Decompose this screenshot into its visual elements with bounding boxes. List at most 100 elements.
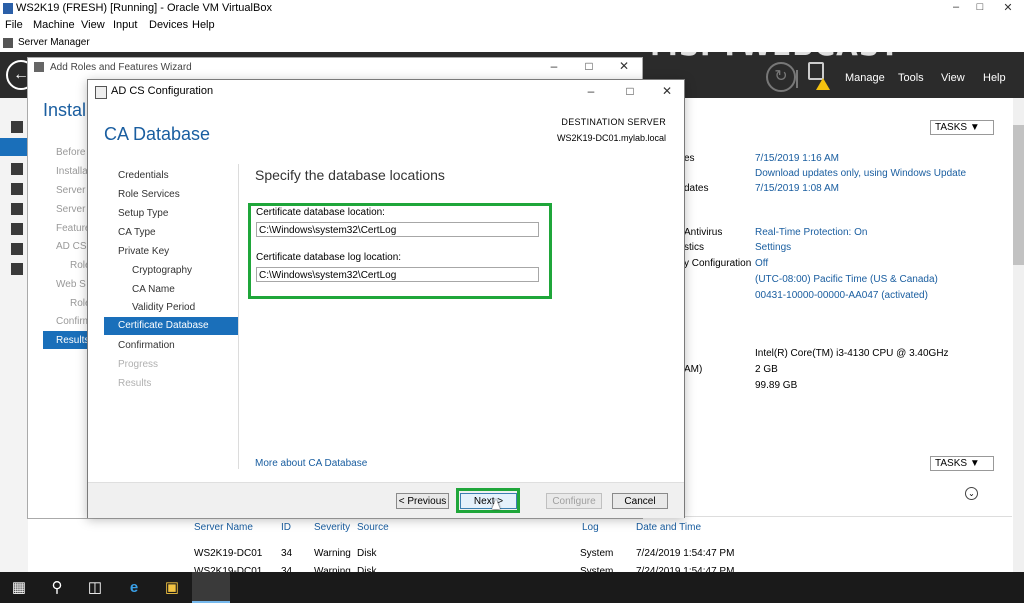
all-servers-icon[interactable] xyxy=(11,163,23,175)
nav-certificate-database-label: Certificate Database xyxy=(118,320,209,331)
nav-tools[interactable]: Tools xyxy=(898,72,924,84)
close-icon[interactable]: ✕ xyxy=(1000,1,1016,15)
server-manager-taskbar-icon[interactable] xyxy=(192,572,230,603)
add-roles-wizard-title: Add Roles and Features Wizard xyxy=(50,62,192,73)
nav-results: Results xyxy=(118,378,152,389)
cancel-button[interactable]: Cancel xyxy=(612,493,668,509)
adcs-configuration-dialog: AD CS Configuration – □ ✕ CA Database DE… xyxy=(87,79,685,518)
scrollbar-thumb[interactable] xyxy=(1013,125,1024,265)
wizard-nav-item[interactable]: Server xyxy=(56,185,85,196)
log-location-label: Certificate database log location: xyxy=(256,252,402,263)
cell-server-name: WS2K19-DC01 xyxy=(194,548,263,559)
wizard-nav-item[interactable]: Feature xyxy=(56,223,90,234)
previous-button[interactable]: < Previous xyxy=(396,493,449,509)
tasks-dropdown-top[interactable]: TASKS ▼ xyxy=(930,120,994,135)
nav-credentials[interactable]: Credentials xyxy=(118,170,169,181)
property-value-disk: 99.89 GB xyxy=(755,380,798,391)
column-header-id[interactable]: ID xyxy=(281,522,291,533)
adcs-dialog-title: AD CS Configuration xyxy=(111,85,214,97)
property-value-last-updates[interactable]: 7/15/2019 1:16 AM xyxy=(755,153,839,164)
nav-cryptography[interactable]: Cryptography xyxy=(132,265,192,276)
close-icon[interactable]: ✕ xyxy=(657,84,677,98)
vbox-window-title: WS2K19 (FRESH) [Running] - Oracle VM Vir… xyxy=(16,2,272,14)
wizard-nav-item[interactable]: Web S xyxy=(56,279,86,290)
cell-log: System xyxy=(580,548,614,559)
wizard-nav-item[interactable]: AD CS xyxy=(56,241,87,252)
mouse-cursor-icon xyxy=(492,499,500,509)
wizard-nav-item-results[interactable]: Results xyxy=(56,335,89,346)
tasks-dropdown-events[interactable]: TASKS ▼ xyxy=(930,456,994,471)
menu-input[interactable]: Input xyxy=(113,19,137,31)
menu-devices[interactable]: Devices xyxy=(149,19,188,31)
wizard-nav-item[interactable]: Installa xyxy=(56,166,88,177)
task-view-icon[interactable]: ◫ xyxy=(76,572,114,603)
nav-manage[interactable]: Manage xyxy=(845,72,885,84)
nav-view[interactable]: View xyxy=(941,72,965,84)
close-icon[interactable]: ✕ xyxy=(614,59,634,73)
property-value-antivirus[interactable]: Real-Time Protection: On xyxy=(755,227,867,238)
dns-icon[interactable] xyxy=(11,223,23,235)
taskbar: ▦ ⚲ ◫ e ▣ xyxy=(0,572,1024,603)
property-label: es xyxy=(684,153,695,164)
column-header-log[interactable]: Log xyxy=(582,522,599,533)
nav-confirmation[interactable]: Confirmation xyxy=(118,340,175,351)
property-value-product-id[interactable]: 00431-10000-00000-AA047 (activated) xyxy=(755,290,928,301)
column-header-severity[interactable]: Severity xyxy=(314,522,350,533)
maximize-icon[interactable]: □ xyxy=(579,59,599,73)
property-value-memory: 2 GB xyxy=(755,364,778,375)
property-value-diagnostics[interactable]: Settings xyxy=(755,242,791,253)
add-roles-wizard-heading: Install xyxy=(43,100,91,120)
destination-server-label: DESTINATION SERVER xyxy=(561,117,666,127)
log-location-input[interactable]: C:\Windows\system32\CertLog xyxy=(256,267,539,282)
nav-private-key[interactable]: Private Key xyxy=(118,246,169,257)
wizard-nav-item[interactable]: Server xyxy=(56,204,85,215)
maximize-icon[interactable]: □ xyxy=(620,84,640,98)
property-value-windows-update[interactable]: Download updates only, using Windows Upd… xyxy=(755,168,966,179)
maximize-icon[interactable]: □ xyxy=(972,1,988,15)
file-storage-icon[interactable] xyxy=(11,243,23,255)
column-header-source[interactable]: Source xyxy=(357,522,389,533)
wizard-icon xyxy=(34,62,44,72)
property-value-timezone[interactable]: (UTC-08:00) Pacific Time (US & Canada) xyxy=(755,274,938,285)
nav-validity-period[interactable]: Validity Period xyxy=(132,302,195,313)
internet-explorer-icon[interactable]: e xyxy=(115,572,153,603)
column-header-date-time[interactable]: Date and Time xyxy=(636,522,701,533)
nav-setup-type[interactable]: Setup Type xyxy=(118,208,168,219)
adcs-dialog-titlebar: AD CS Configuration – □ ✕ xyxy=(88,80,684,102)
nav-role-services[interactable]: Role Services xyxy=(118,189,180,200)
expand-chevron-icon[interactable]: ⌄ xyxy=(965,487,978,500)
local-server-icon[interactable] xyxy=(0,138,28,156)
nav-ca-type[interactable]: CA Type xyxy=(118,227,156,238)
ad-ds-icon[interactable] xyxy=(11,203,23,215)
search-icon[interactable]: ⚲ xyxy=(38,572,76,603)
menu-file[interactable]: File xyxy=(5,19,23,31)
db-location-input[interactable]: C:\Windows\system32\CertLog xyxy=(256,222,539,237)
start-windows-icon[interactable]: ▦ xyxy=(0,572,38,603)
minimize-icon[interactable]: – xyxy=(948,1,964,15)
adcs-icon[interactable] xyxy=(11,183,23,195)
wizard-nav-item[interactable]: Confirm xyxy=(56,316,91,327)
nav-help[interactable]: Help xyxy=(983,72,1006,84)
menu-help[interactable]: Help xyxy=(192,19,215,31)
dashboard-icon[interactable] xyxy=(11,121,23,133)
property-label: AM) xyxy=(684,364,703,375)
wizard-nav-item[interactable]: Before xyxy=(56,147,85,158)
menu-machine[interactable]: Machine xyxy=(33,19,75,31)
nav-progress: Progress xyxy=(118,359,159,370)
property-value-ie-config[interactable]: Off xyxy=(755,258,768,269)
property-value-last-checked[interactable]: 7/15/2019 1:08 AM xyxy=(755,183,839,194)
next-button[interactable]: Next > xyxy=(460,493,517,509)
nav-ca-name[interactable]: CA Name xyxy=(132,284,175,295)
minimize-icon[interactable]: – xyxy=(581,84,601,98)
menu-view[interactable]: View xyxy=(81,19,105,31)
refresh-icon[interactable]: ↻ xyxy=(766,62,796,92)
minimize-icon[interactable]: – xyxy=(544,59,564,73)
property-label: y Configuration xyxy=(684,258,752,269)
cell-id: 34 xyxy=(281,548,293,559)
iis-icon[interactable] xyxy=(11,263,23,275)
cell-source: Disk xyxy=(357,548,377,559)
more-about-ca-database-link[interactable]: More about CA Database xyxy=(255,458,367,469)
column-header-server-name[interactable]: Server Name xyxy=(194,522,253,533)
file-explorer-icon[interactable]: ▣ xyxy=(153,572,191,603)
warning-icon xyxy=(816,78,830,90)
